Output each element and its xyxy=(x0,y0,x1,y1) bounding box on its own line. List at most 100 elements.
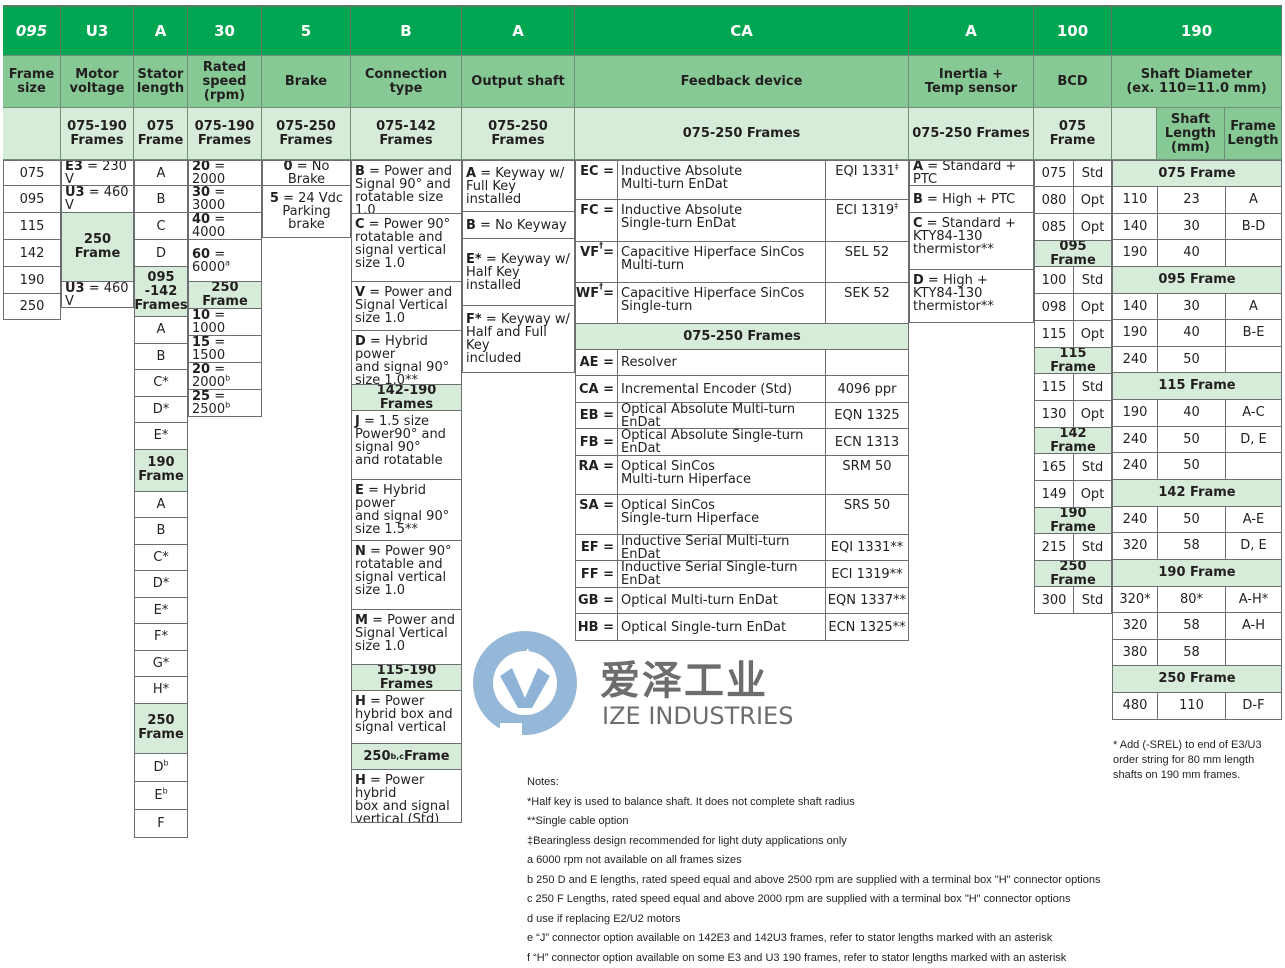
option-description: = 24 Vdc Parking brake xyxy=(279,191,343,232)
bcd-status: Std xyxy=(1074,454,1111,480)
option-text: J = 1.5 size Power90° and signal 90° and… xyxy=(355,415,446,467)
bcd-value: 115 xyxy=(1035,374,1074,400)
group-label: Frame xyxy=(404,750,450,764)
option-text: C = Power 90° rotatable and signal verti… xyxy=(355,218,450,270)
shaft-subheader-1: Shaft Length (mm) xyxy=(1157,108,1225,160)
column-title-3: Rated speed (rpm) xyxy=(188,55,262,108)
option-text: A = Standard + PTC xyxy=(913,160,1033,186)
option-description: = Keyway w/ Half and Full Key included xyxy=(466,312,570,366)
shaft-group-label: 115 Frame xyxy=(1112,373,1282,400)
bcd-status: Opt xyxy=(1074,214,1111,240)
note-item: a 6000 rpm not available on all frames s… xyxy=(527,851,1100,871)
shaft-length: 58 xyxy=(1158,640,1226,666)
bcd-row: 115Std xyxy=(1034,374,1112,401)
bcd-row: 098Opt xyxy=(1034,294,1112,321)
option-description: = Keyway w/ Half Key installed xyxy=(466,252,570,293)
stator-length-value: B xyxy=(157,193,166,206)
shaft-length: 58 xyxy=(1158,613,1226,639)
stator-length-cell: B xyxy=(134,344,188,371)
stator-length-cell: B xyxy=(134,186,188,213)
feedback-group-075-250: 075-250 Frames xyxy=(575,324,909,350)
feedback-model: ECN 1325** xyxy=(826,614,908,640)
shaft-group-label: 142 Frame xyxy=(1112,480,1282,507)
inertia-option: C = Standard + KTY84-130 thermistor** xyxy=(909,213,1034,270)
rated-speed-cell: 20 = 2000b xyxy=(188,363,262,390)
shaft-row: 14030A xyxy=(1112,294,1282,321)
stator-length-value: Eb xyxy=(154,789,167,802)
connection-group-250: 250b,c Frame xyxy=(351,744,462,770)
option-description: = Power hybrid box and signal vertical (… xyxy=(355,773,450,823)
feedback-code: HB = xyxy=(576,614,618,640)
bcd-status: Opt xyxy=(1074,321,1111,347)
feedback-code: FF = xyxy=(576,561,618,587)
column-code-5: B xyxy=(351,5,462,55)
bcd-value: 130 xyxy=(1035,401,1074,427)
feedback-model: ECI 1319** xyxy=(826,561,908,587)
stator-group-095-142: 095 -142 Frames xyxy=(134,267,188,317)
stator-length-cell: D* xyxy=(134,397,188,424)
rated-speed-cell: 10 = 1000 xyxy=(188,309,262,336)
inertia-option: D = High + KTY84-130 thermistor** xyxy=(909,270,1034,323)
feedback-device-column: EC =Inductive Absolute Multi-turn EnDatE… xyxy=(575,160,909,641)
frame-length: A xyxy=(1226,187,1281,213)
footnote-marker: ‡ xyxy=(894,202,898,211)
frame-size-column: 075095115142190250 xyxy=(3,160,61,320)
footnote-marker: ‡ xyxy=(895,163,899,172)
feedback-code: FC = xyxy=(576,200,618,241)
shaft-length: 40 xyxy=(1158,240,1226,266)
stator-length-cell: C xyxy=(134,213,188,240)
option-description: = 1.5 size Power90° and signal 90° and r… xyxy=(355,414,446,468)
option-text: B = No Keyway xyxy=(466,219,567,232)
frame-length: A-H xyxy=(1226,613,1281,639)
bcd-status: Opt xyxy=(1074,401,1111,427)
notes-title: Notes: xyxy=(527,773,1100,793)
shaft-row: 14030B-D xyxy=(1112,214,1282,241)
frame-length xyxy=(1226,640,1281,666)
shaft-diameter: 240 xyxy=(1113,507,1158,533)
frame-length: B-E xyxy=(1226,320,1281,346)
column-code-10: 190 xyxy=(1112,5,1282,55)
shaft-subheader-0 xyxy=(1112,108,1157,160)
option-description: = Power 90° rotatable and signal vertica… xyxy=(355,544,452,598)
shaft-row: 24050 xyxy=(1112,347,1282,374)
feedback-description: Capacitive Hiperface SinCos Multi-turn xyxy=(618,242,826,282)
stator-length-cell: C* xyxy=(134,370,188,397)
bcd-row: 215Std xyxy=(1034,534,1112,561)
stator-length-cell: E* xyxy=(134,598,188,625)
shaft-diameter: 110 xyxy=(1113,187,1158,213)
option-text: N = Power 90° rotatable and signal verti… xyxy=(355,545,452,597)
feedback-option: FB =Optical Absolute Single-turn EnDatEC… xyxy=(575,429,909,456)
shaft-group-label: 095 Frame xyxy=(1112,267,1282,294)
motor-voltage-cell: U3 = 460 V xyxy=(61,186,134,213)
connection-group-142-190: 142-190 Frames xyxy=(351,385,462,411)
shaft-length: 23 xyxy=(1158,187,1226,213)
bcd-group-label: 190 Frame xyxy=(1034,508,1112,534)
feedback-code: GB = xyxy=(576,588,618,613)
shaft-length: 58 xyxy=(1158,533,1226,559)
shaft-diameter: 320 xyxy=(1113,533,1158,559)
column-code-4: 5 xyxy=(262,5,351,55)
output-shaft-option: E* = Keyway w/ Half Key installed xyxy=(462,239,575,306)
frame-size-cell: 115 xyxy=(3,213,61,240)
column-title-9: BCD xyxy=(1034,55,1112,108)
stator-length-value: A xyxy=(157,323,166,336)
brake-cell: 5 = 24 Vdc Parking brake xyxy=(262,186,351,238)
rated-speed-cell: 20 = 2000 xyxy=(188,160,262,186)
feedback-model xyxy=(826,350,908,375)
feedback-model: ECN 1313 xyxy=(826,429,908,455)
bcd-value: 075 xyxy=(1035,161,1074,186)
frame-length xyxy=(1226,453,1281,479)
bcd-row: 130Opt xyxy=(1034,401,1112,428)
feedback-code: WF† = xyxy=(576,283,618,323)
shaft-diameter: 240 xyxy=(1113,453,1158,479)
motor-voltage-column: E3 = 230 VU3 = 460 V250 FrameU3 = 460 V xyxy=(61,160,134,308)
column-subheader-9: 075 Frame xyxy=(1034,108,1112,160)
option-code: 5 xyxy=(270,191,279,206)
option-text: H = Power hybrid box and signal vertical… xyxy=(355,774,461,823)
column-title-4: Brake xyxy=(262,55,351,108)
option-text: 0 = No Brake xyxy=(263,160,350,186)
shaft-diameter: 190 xyxy=(1113,320,1158,346)
rated-speed-cell: 25 = 2500b xyxy=(188,390,262,417)
option-description: = High + PTC xyxy=(923,192,1015,207)
bcd-row: 149Opt xyxy=(1034,481,1112,508)
